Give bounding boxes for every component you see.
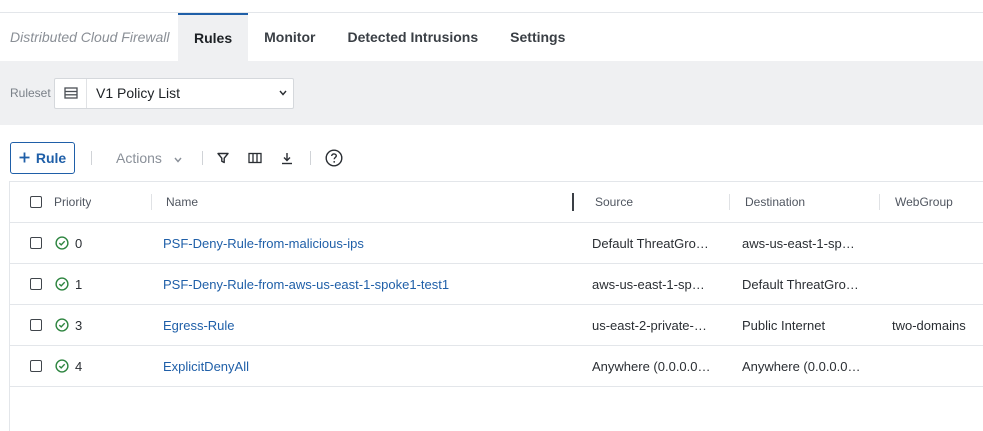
header-name[interactable]: Name <box>166 182 198 222</box>
row-name-link[interactable]: Egress-Rule <box>163 305 235 345</box>
row-source: Anywhere (0.0.0.0… <box>592 358 711 374</box>
ruleset-label: Ruleset <box>10 86 51 100</box>
table-row[interactable]: 0 PSF-Deny-Rule-from-malicious-ips Defau… <box>10 223 983 264</box>
row-source: us-east-2-private-… <box>592 317 707 333</box>
toolbar-divider <box>201 151 203 165</box>
tab-rules[interactable]: Rules <box>178 13 249 61</box>
row-webgroup: two-domains <box>892 317 966 333</box>
row-priority: 4 <box>75 358 83 374</box>
status-ok-icon <box>55 305 69 345</box>
row-source: Default ThreatGro… <box>592 235 709 251</box>
row-checkbox[interactable] <box>30 346 42 386</box>
header-source[interactable]: Source <box>595 182 633 222</box>
toolbar-divider <box>309 151 311 165</box>
chevron-down-icon <box>174 150 182 166</box>
row-priority: 1 <box>75 276 83 292</box>
header-priority[interactable]: Priority <box>54 182 91 222</box>
download-icon[interactable] <box>276 147 298 169</box>
chevron-down-icon <box>273 90 293 96</box>
column-divider <box>879 194 880 210</box>
header-webgroup[interactable]: WebGroup <box>895 182 953 222</box>
ruleset-select[interactable]: V1 Policy List <box>54 77 294 109</box>
row-priority: 0 <box>75 235 83 251</box>
table-row[interactable]: 4 ExplicitDenyAll Anywhere (0.0.0.0… Any… <box>10 346 983 387</box>
row-checkbox[interactable] <box>30 223 42 263</box>
help-icon[interactable] <box>323 147 345 169</box>
row-destination: Anywhere (0.0.0.0… <box>742 358 861 374</box>
row-name-link[interactable]: PSF-Deny-Rule-from-malicious-ips <box>163 223 364 263</box>
status-ok-icon <box>55 223 69 263</box>
row-source: aws-us-east-1-sp… <box>592 276 705 292</box>
columns-icon[interactable] <box>244 147 266 169</box>
row-destination: aws-us-east-1-sp… <box>742 235 855 251</box>
row-checkbox[interactable] <box>30 305 42 345</box>
tab-settings[interactable]: Settings <box>494 13 581 61</box>
header-destination[interactable]: Destination <box>745 182 805 222</box>
plus-icon <box>19 150 30 166</box>
row-destination: Default ThreatGro… <box>742 276 859 292</box>
table-row[interactable]: 3 Egress-Rule us-east-2-private-… Public… <box>10 305 983 346</box>
row-destination: Public Internet <box>742 317 826 333</box>
toolbar-divider <box>91 151 92 165</box>
ruleset-value: V1 Policy List <box>96 85 181 101</box>
row-name-link[interactable]: PSF-Deny-Rule-from-aws-us-east-1-spoke1-… <box>163 264 449 304</box>
rules-table: Priority Name Source Destination WebGrou… <box>9 181 983 431</box>
list-icon <box>55 78 87 108</box>
actions-dropdown[interactable]: Actions <box>116 150 182 166</box>
select-all-checkbox[interactable] <box>30 182 42 222</box>
filter-icon[interactable] <box>212 147 234 169</box>
row-checkbox[interactable] <box>30 264 42 304</box>
status-ok-icon <box>55 346 69 386</box>
column-divider <box>151 194 152 210</box>
ruleset-bar: Ruleset V1 Policy List <box>0 61 983 125</box>
column-resize-handle[interactable] <box>572 193 574 211</box>
add-rule-button[interactable]: Rule <box>10 142 75 174</box>
actions-label: Actions <box>116 150 162 166</box>
table-header: Priority Name Source Destination WebGrou… <box>10 182 983 223</box>
tab-monitor[interactable]: Monitor <box>248 13 331 61</box>
table-toolbar: Rule Actions <box>10 142 345 174</box>
row-priority: 3 <box>75 317 83 333</box>
table-row[interactable]: 1 PSF-Deny-Rule-from-aws-us-east-1-spoke… <box>10 264 983 305</box>
product-title: Distributed Cloud Firewall <box>10 29 170 45</box>
tab-detected-intrusions[interactable]: Detected Intrusions <box>331 13 494 61</box>
status-ok-icon <box>55 264 69 304</box>
column-divider <box>729 194 730 210</box>
top-nav: Distributed Cloud Firewall Rules Monitor… <box>0 13 983 61</box>
add-rule-label: Rule <box>35 150 67 166</box>
row-name-link[interactable]: ExplicitDenyAll <box>163 346 249 386</box>
